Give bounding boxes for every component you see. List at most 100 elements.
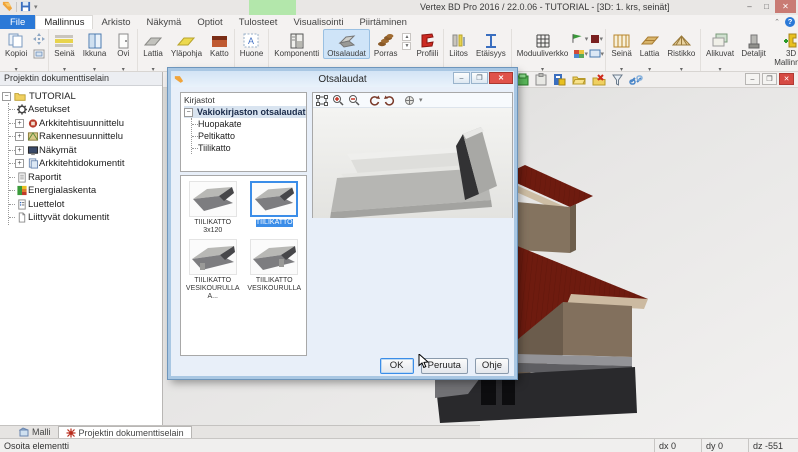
vertex-logo-icon[interactable] xyxy=(2,1,13,12)
zone-colors-icon xyxy=(573,49,585,59)
library-label: Kirjastot xyxy=(181,93,306,106)
tab-optiot[interactable]: Optiot xyxy=(189,15,230,29)
expand-icon[interactable]: + xyxy=(15,119,24,128)
gallery-spinner[interactable]: ▲▼ xyxy=(401,29,412,54)
separator xyxy=(16,2,17,12)
tab-piirtaminen[interactable]: Piirtäminen xyxy=(351,15,415,29)
alikuvat-button[interactable]: Alikuvat xyxy=(702,29,737,77)
tab-nakyma[interactable]: Näkymä xyxy=(139,15,190,29)
render-mode-icon[interactable] xyxy=(404,95,415,106)
tree-item-arkkitehtisuunnittelu[interactable]: + Arkkitehtisuunnittelu xyxy=(9,117,160,131)
tree-item-luettelot[interactable]: Luettelot xyxy=(9,198,160,212)
doc-close-button[interactable]: ✕ xyxy=(779,73,794,85)
move-button[interactable] xyxy=(31,32,47,45)
report-icon xyxy=(16,172,28,183)
ohje-button[interactable]: Ohje xyxy=(475,358,509,374)
tab-tulosteet[interactable]: Tulosteet xyxy=(231,15,286,29)
filter-funnel-icon[interactable] xyxy=(612,74,623,86)
tree-item-raportit[interactable]: Raportit xyxy=(9,171,160,185)
tree-root-tutorial[interactable]: − TUTORIAL xyxy=(2,90,160,103)
preview-render-area[interactable] xyxy=(313,108,512,218)
expand-icon[interactable]: + xyxy=(15,132,24,141)
delete-folder-icon[interactable] xyxy=(592,74,606,86)
zone-red-button[interactable]: ▾ xyxy=(588,32,604,45)
window-controls: – □ ✕ xyxy=(741,0,796,13)
collapse-ribbon-icon[interactable]: ⌃ xyxy=(774,18,780,26)
maximize-button[interactable]: □ xyxy=(758,0,775,13)
minimize-button[interactable]: – xyxy=(741,0,758,13)
moduuliverkko-button[interactable]: Moduuliverkko xyxy=(513,29,573,77)
qat-dropdown-caret[interactable]: ▾ xyxy=(34,3,38,11)
dialog-title-bar[interactable]: Otsalaudat – ❐ ✕ xyxy=(171,71,514,87)
distance-icon xyxy=(484,33,498,49)
expand-icon[interactable]: + xyxy=(15,146,24,155)
tree-item-asetukset[interactable]: Asetukset xyxy=(9,103,160,117)
tab-mallinnus[interactable]: Mallinnus xyxy=(35,15,93,29)
tab-file[interactable]: File xyxy=(0,15,35,29)
link-icon[interactable] xyxy=(629,74,643,86)
tree-item-liittyvat-dokumentit[interactable]: Liittyvät dokumentit xyxy=(9,211,160,225)
zoom-in-icon[interactable] xyxy=(332,94,344,106)
gable-wall xyxy=(563,302,632,357)
rotate-cw-icon[interactable] xyxy=(384,95,395,106)
structure-icon xyxy=(27,131,39,142)
otsalaudat-button[interactable]: Otsalaudat xyxy=(323,29,370,59)
clipboard-icon[interactable] xyxy=(535,73,547,86)
library-item-peltikatto[interactable]: Peltikatto xyxy=(192,130,306,142)
collapse-expander-icon[interactable]: − xyxy=(184,108,193,117)
tree-item-arkkitehtidokumentit[interactable]: + Arkkitehtidokumentit xyxy=(9,157,160,171)
elementti-seina-button[interactable]: Seinä xyxy=(607,29,635,77)
tab-visualisointi[interactable]: Visualisointi xyxy=(285,15,351,29)
ovi-button[interactable]: Ovi xyxy=(110,29,136,77)
thumbnail-tiilikatto-vesikourulla[interactable]: TIILIKATTO VESIKOURULLA xyxy=(246,239,304,301)
ribbon-group-vyohyke: Moduuliverkko ▾ ▾ ▾ ▾ Vyöhyke xyxy=(512,29,607,71)
zoom-out-icon[interactable] xyxy=(348,94,360,106)
thumbnail-tiilikatto-vesikourulla-a[interactable]: TIILIKATTO VESIKOURULLA A... xyxy=(184,239,242,301)
fit-frame-icon[interactable] xyxy=(316,95,328,106)
render-mode-caret[interactable]: ▾ xyxy=(419,96,423,104)
help-icon[interactable]: ? xyxy=(785,17,795,27)
tab-projektin-dokumenttiselain[interactable]: Projektin dokumenttiselain xyxy=(58,426,192,438)
dialog-minimize-button[interactable]: – xyxy=(453,72,470,84)
lattia-button[interactable]: Lattia xyxy=(139,29,167,77)
dialog-close-button[interactable]: ✕ xyxy=(489,72,513,84)
tree-item-energialaskenta[interactable]: Energialaskenta xyxy=(9,184,160,198)
open-folder-icon[interactable] xyxy=(572,74,586,85)
tree-item-rakennesuunnittelu[interactable]: + Rakennesuunnittelu xyxy=(9,130,160,144)
rotate-ccw-icon[interactable] xyxy=(369,95,380,106)
close-button[interactable]: ✕ xyxy=(775,0,796,13)
detaljit-button[interactable]: Detaljit xyxy=(738,29,770,59)
model-tab-icon xyxy=(19,427,29,437)
ribbon: Kopioi Kopioi/siirrä Seinä Ik xyxy=(0,29,798,72)
svg-text:A: A xyxy=(248,36,254,46)
library-root-row[interactable]: − Vakiokirjaston otsalaudat xyxy=(184,106,306,118)
ikkuna-button[interactable]: Ikkuna xyxy=(79,29,111,77)
collapse-expander-icon[interactable]: − xyxy=(2,92,11,101)
komponentti-button[interactable]: Komponentti xyxy=(270,29,323,59)
thumbnail-tiilikatto-selected[interactable]: TIILIKATTO xyxy=(246,181,304,235)
kopioi-button[interactable]: Kopioi xyxy=(1,29,31,77)
component-green-icon[interactable] xyxy=(516,73,529,86)
zone-colors-button[interactable]: ▾ xyxy=(572,47,588,60)
zone-blue-button[interactable]: ▾ xyxy=(588,47,604,60)
tab-arkisto[interactable]: Arkisto xyxy=(93,15,138,29)
library-item-huopakate[interactable]: Huopakate xyxy=(192,118,306,130)
doc-minimize-button[interactable]: – xyxy=(745,73,760,85)
porras-button[interactable]: Porras xyxy=(370,29,402,59)
seina-button[interactable]: Seinä xyxy=(50,29,78,77)
dialog-maximize-button[interactable]: ❐ xyxy=(471,72,488,84)
zone-flag-button[interactable]: ▾ xyxy=(572,32,588,45)
statistics-icon[interactable] xyxy=(553,73,566,86)
clone-button[interactable] xyxy=(31,47,47,60)
elementti-lattia-button[interactable]: Lattia xyxy=(636,29,664,77)
thumbnail-tiilikatto-3x120[interactable]: TIILIKATTO 3x120 xyxy=(184,181,242,235)
move-icon xyxy=(33,33,45,45)
expand-icon[interactable]: + xyxy=(15,159,24,168)
library-item-tiilikatto[interactable]: Tiilikatto xyxy=(192,142,306,154)
tab-malli[interactable]: Malli xyxy=(12,426,58,438)
ristikko-button[interactable]: Ristikko xyxy=(663,29,699,77)
ok-button[interactable]: OK xyxy=(380,358,414,374)
tree-item-nakymat[interactable]: + Näkymät xyxy=(9,144,160,158)
doc-restore-button[interactable]: ❐ xyxy=(762,73,777,85)
save-icon[interactable] xyxy=(20,1,31,12)
